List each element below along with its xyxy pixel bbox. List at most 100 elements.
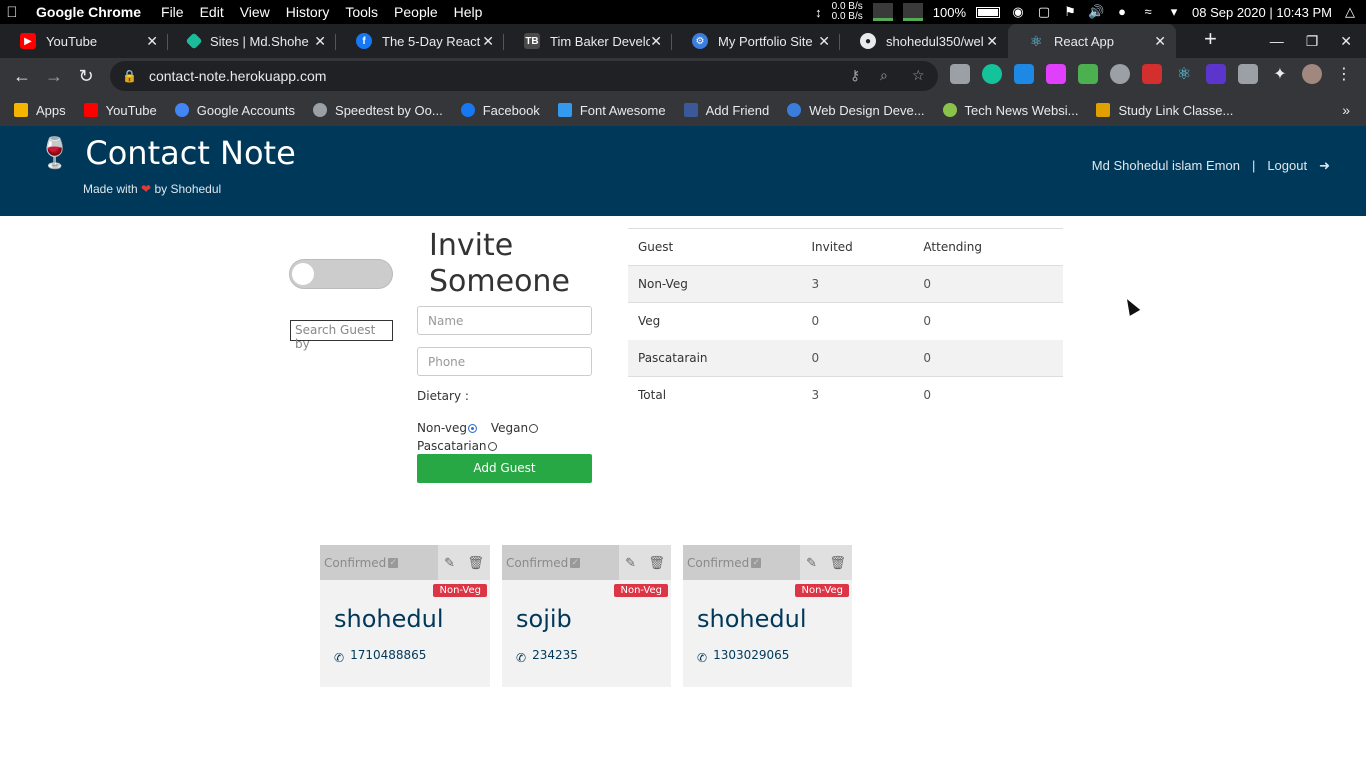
close-tab-icon[interactable]: ✕ [146,33,158,50]
avatar[interactable] [1302,64,1322,84]
back-icon[interactable]: ← [6,66,38,87]
chrome-icon[interactable]: ◉ [1010,4,1026,20]
brand[interactable]: 🍷 Contact Note [36,134,296,172]
menu-people[interactable]: People [394,4,438,20]
kebab-menu-icon[interactable]: ⋮ [1334,64,1354,84]
bookmark-apps[interactable]: Apps [14,103,66,118]
reload-icon[interactable]: ↻ [70,66,102,87]
dropdown-icon[interactable]: ▾ [1166,4,1182,20]
tab-youtube[interactable]: ▶ YouTube ✕ [0,24,168,58]
radio-dot[interactable] [529,424,539,433]
phone-input[interactable]: Phone [417,347,592,376]
extension-icon[interactable] [1206,64,1226,84]
apple-icon[interactable]:  [0,4,24,21]
extension-icon[interactable] [1110,64,1130,84]
radio-vegan[interactable]: Vegan [491,419,539,437]
confirmed-label: Confirmed [687,555,750,570]
menu-file[interactable]: File [161,4,184,20]
edit-user-icon[interactable]: ✎ [806,555,817,571]
lastpass-icon[interactable] [1142,64,1162,84]
tab-strip: ▶ YouTube ✕ Sites | Md.Shohe ✕ f The 5-D… [0,24,1366,58]
bookmarks-bar: Apps YouTube Google Accounts Speedtest b… [0,94,1366,126]
close-window-icon[interactable]: ✕ [1340,33,1352,50]
confirm-checkbox[interactable]: ✓ [570,557,581,568]
react-devtools-icon[interactable]: ⚛ [1174,64,1194,84]
url-text[interactable]: contact-note.herokuapp.com [149,68,326,84]
bookmark-google-accounts[interactable]: Google Accounts [174,103,295,118]
gamepad-icon[interactable]: ● [1114,4,1130,20]
tab-react-app[interactable]: ⚛ React App ✕ [1008,24,1176,58]
volume-icon[interactable]: 🔊 [1088,4,1104,20]
restore-icon[interactable]: ❐ [1306,33,1319,50]
tab-github[interactable]: ● shohedul350/wel ✕ [840,24,1008,58]
facebook-icon [683,103,698,117]
edit-user-icon[interactable]: ✎ [625,555,636,571]
diamond-icon [185,32,203,50]
bookmark-youtube[interactable]: YouTube [83,103,157,118]
forward-icon[interactable]: → [38,66,70,87]
lock-icon[interactable]: 🔒 [122,69,137,83]
close-tab-icon[interactable]: ✕ [1154,33,1166,50]
address-bar[interactable]: 🔒 contact-note.herokuapp.com ⚷ ⌕ ☆ [110,61,938,91]
extension-icon[interactable] [950,64,970,84]
zoom-icon[interactable]: ⌕ [880,67,888,84]
sign-out-icon[interactable]: ➜ [1319,158,1330,174]
radio-dot[interactable] [487,442,497,451]
close-tab-icon[interactable]: ✕ [314,33,326,50]
app-name[interactable]: Google Chrome [36,4,141,20]
tab-portfolio[interactable]: ⚙ My Portfolio Site ✕ [672,24,840,58]
confirm-checkbox[interactable]: ✓ [751,557,762,568]
confirmed-toggle[interactable] [289,259,393,289]
bookmark-add-friend[interactable]: Add Friend [683,103,769,118]
radio-dot[interactable] [468,424,478,433]
name-input[interactable]: Name [417,306,592,335]
menu-history[interactable]: History [286,4,330,20]
bookmark-web-design[interactable]: Web Design Deve... [787,103,925,118]
confirm-checkbox[interactable]: ✓ [388,557,399,568]
flag-icon[interactable]: ⚑ [1062,4,1078,20]
bookmark-tech-news[interactable]: Tech News Websi... [942,103,1078,118]
extension-icon[interactable] [1078,64,1098,84]
grammarly-icon[interactable] [982,64,1002,84]
close-tab-icon[interactable]: ✕ [986,33,998,50]
wifi-icon[interactable]: ≈ [1140,4,1156,20]
edit-user-icon[interactable]: ✎ [444,555,455,571]
tab-sites[interactable]: Sites | Md.Shohe ✕ [168,24,336,58]
menu-tools[interactable]: Tools [345,4,378,20]
trash-icon[interactable]: 🗑 [829,555,846,571]
extension-icon[interactable] [1014,64,1034,84]
minimize-icon[interactable]: — [1270,33,1284,49]
bookmark-study-link[interactable]: Study Link Classe... [1096,103,1233,118]
close-tab-icon[interactable]: ✕ [650,33,662,50]
star-icon[interactable]: ☆ [912,67,925,84]
datetime[interactable]: 08 Sep 2020 | 10:43 PM [1192,5,1332,20]
menu-help[interactable]: Help [454,4,483,20]
bookmark-speedtest[interactable]: Speedtest by Oo... [313,103,443,118]
tab-tim-baker[interactable]: TB Tim Baker Develo ✕ [504,24,672,58]
battery-icon[interactable] [976,6,1001,18]
close-tab-icon[interactable]: ✕ [818,33,830,50]
bookmark-facebook[interactable]: Facebook [460,103,540,118]
puzzle-icon[interactable]: ✦ [1270,64,1290,84]
trash-icon[interactable]: 🗑 [648,555,665,571]
extension-icon[interactable] [1238,64,1258,84]
radio-pascatarian[interactable]: Pascatarian [417,437,497,455]
bell-icon[interactable]: △ [1342,4,1358,20]
tab-react-course[interactable]: f The 5-Day React J ✕ [336,24,504,58]
new-tab-icon[interactable]: + [1204,26,1217,52]
search-input[interactable]: Search Guest by [290,320,393,351]
trash-icon[interactable]: 🗑 [467,555,484,571]
close-tab-icon[interactable]: ✕ [482,33,494,50]
bookmark-font-awesome[interactable]: Font Awesome [557,103,666,118]
more-bookmarks-icon[interactable]: » [1342,102,1350,118]
menu-view[interactable]: View [240,4,270,20]
add-guest-button[interactable]: Add Guest [417,454,592,483]
menu-edit[interactable]: Edit [200,4,224,20]
logout-link[interactable]: Logout [1267,158,1307,174]
key-icon[interactable]: ⚷ [850,67,860,84]
phone-icon: ✆ [516,651,527,665]
extension-icon[interactable] [1046,64,1066,84]
radio-non-veg[interactable]: Non-veg [417,419,478,437]
clipboard-icon[interactable]: ▢ [1036,4,1052,20]
battery-percent: 100% [932,4,967,20]
